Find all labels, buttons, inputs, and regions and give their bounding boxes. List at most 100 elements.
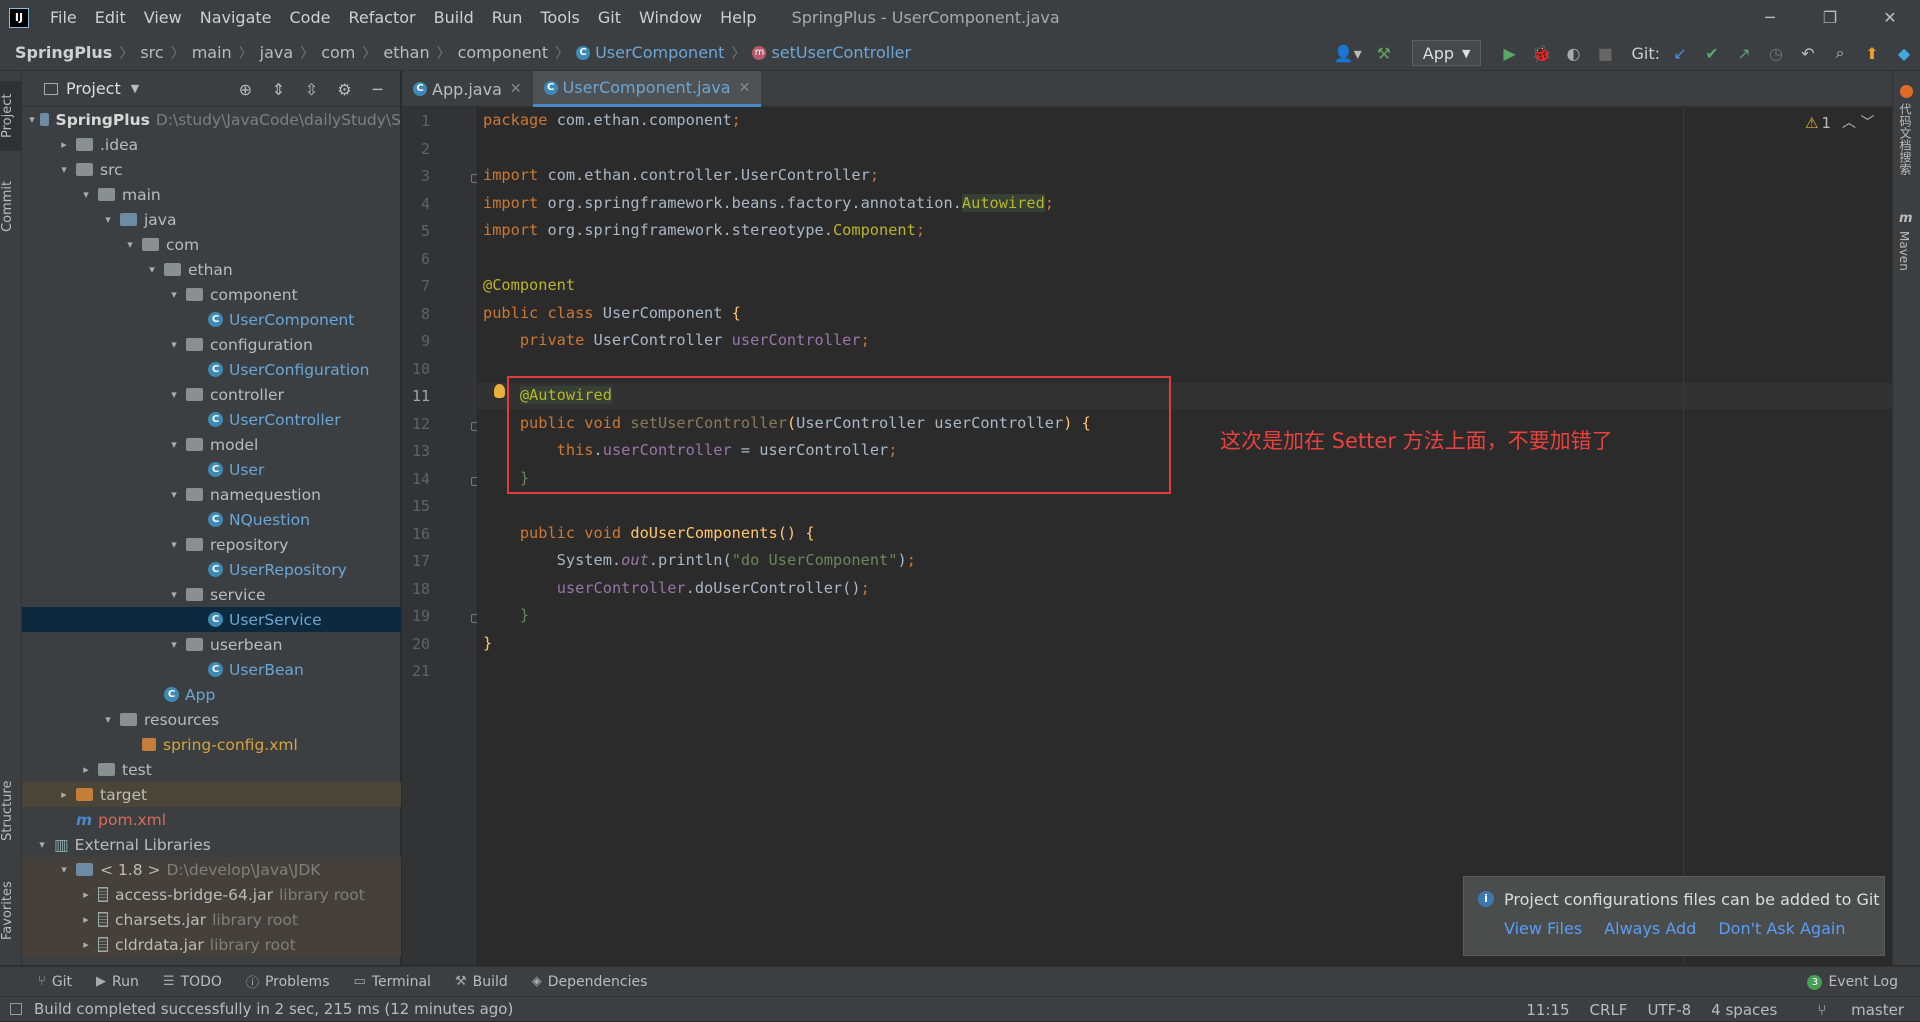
- build-hammer-icon[interactable]: ⚒: [1368, 44, 1400, 63]
- tool-git[interactable]: ⑂ Git: [38, 974, 72, 990]
- line-number-gutter[interactable]: 1 2 3 4 5 6 7 8 9 10 11 12 13 14 15 16 17 18 19 20 21: [402, 107, 480, 965]
- crumb-project[interactable]: SpringPlus: [15, 43, 112, 62]
- tree-node[interactable]: C UserComponent: [22, 307, 401, 332]
- close-tab-icon[interactable]: ✕: [510, 81, 522, 97]
- chevron-down-icon[interactable]: ▾: [56, 863, 72, 876]
- menu-run[interactable]: Run: [483, 8, 532, 27]
- tree-node[interactable]: C User: [22, 457, 401, 482]
- chevron-down-icon[interactable]: ▾: [166, 538, 182, 551]
- menu-build[interactable]: Build: [425, 8, 483, 27]
- tree-node[interactable]: ▸ test: [22, 757, 401, 782]
- stop-icon[interactable]: ■: [1589, 44, 1621, 63]
- menu-view[interactable]: View: [135, 8, 191, 27]
- tree-node[interactable]: ▾ service: [22, 582, 401, 607]
- git-commit-icon[interactable]: ✔: [1696, 44, 1728, 63]
- lightbulb-icon[interactable]: [494, 384, 505, 398]
- tree-node[interactable]: C NQuestion: [22, 507, 401, 532]
- tab-usercomponent-java[interactable]: C UserComponent.java ✕: [532, 71, 762, 107]
- tree-node[interactable]: C UserService: [22, 607, 401, 632]
- chevron-down-icon[interactable]: ▾: [166, 288, 182, 301]
- tab-maven[interactable]: Maven: [1897, 231, 1911, 271]
- menu-code[interactable]: Code: [281, 8, 340, 27]
- file-encoding[interactable]: UTF-8: [1647, 1001, 1691, 1019]
- tool-build[interactable]: ⚒ Build: [455, 974, 508, 990]
- update-icon[interactable]: ⬆: [1856, 44, 1888, 63]
- chevron-right-icon[interactable]: ▸: [78, 913, 94, 926]
- warnings-indicator[interactable]: ⚠ 1: [1805, 114, 1831, 132]
- tree-node[interactable]: m pom.xml: [22, 807, 401, 832]
- tab-commit[interactable]: Commit: [0, 171, 22, 241]
- project-view-select[interactable]: Project: [66, 79, 121, 98]
- problem-navigation[interactable]: ︿ ﹀: [1842, 112, 1874, 132]
- hide-panel-icon[interactable]: ─: [361, 80, 394, 99]
- crumb-ethan[interactable]: ethan: [383, 43, 429, 62]
- tree-node[interactable]: ▾ resources: [22, 707, 401, 732]
- tree-node[interactable]: spring-config.xml: [22, 732, 401, 757]
- chevron-down-icon[interactable]: ▾: [122, 238, 138, 251]
- locate-file-icon[interactable]: ⊕: [229, 80, 262, 99]
- tree-node[interactable]: ▾ configuration: [22, 332, 401, 357]
- code-editor[interactable]: package com.ethan.component; import com.e…: [477, 107, 1892, 965]
- tree-node[interactable]: ▾ ethan: [22, 257, 401, 282]
- tool-problems[interactable]: ⓘ Problems: [246, 972, 330, 992]
- crumb-component[interactable]: component: [458, 43, 549, 62]
- collapse-all-icon[interactable]: ⇳: [295, 80, 328, 99]
- tab-app-java[interactable]: C App.java ✕: [402, 71, 533, 107]
- history-icon[interactable]: ◷: [1760, 44, 1792, 63]
- crumb-method[interactable]: setUserController: [771, 43, 911, 62]
- tree-node[interactable]: ▾ controller: [22, 382, 401, 407]
- git-push-icon[interactable]: ↗: [1728, 44, 1760, 63]
- rollback-icon[interactable]: ↶: [1792, 44, 1824, 63]
- menu-tools[interactable]: Tools: [531, 8, 588, 27]
- tree-node[interactable]: C App: [22, 682, 401, 707]
- tree-node[interactable]: ▾ com: [22, 232, 401, 257]
- chevron-right-icon[interactable]: ▸: [56, 788, 72, 801]
- git-update-icon[interactable]: ↙: [1664, 44, 1696, 63]
- chevron-down-icon[interactable]: ▾: [34, 838, 50, 851]
- crumb-src[interactable]: src: [140, 43, 163, 62]
- close-icon[interactable]: ✕: [1860, 0, 1920, 35]
- tool-todo[interactable]: ☰ TODO: [163, 974, 222, 990]
- tree-node[interactable]: C UserConfiguration: [22, 357, 401, 382]
- tree-node[interactable]: ▸ access-bridge-64.jar library root: [22, 882, 401, 907]
- chevron-down-icon[interactable]: ▾: [166, 638, 182, 651]
- tree-node[interactable]: C UserBean: [22, 657, 401, 682]
- chevron-right-icon[interactable]: ▸: [78, 763, 94, 776]
- tree-node[interactable]: ▸ .idea: [22, 132, 401, 157]
- tree-node[interactable]: ▸ cldrdata.jar library root: [22, 932, 401, 957]
- chevron-right-icon[interactable]: ▸: [78, 888, 94, 901]
- view-files-link[interactable]: View Files: [1504, 919, 1582, 938]
- tab-project[interactable]: Project: [0, 81, 22, 151]
- tree-node[interactable]: ▾ component: [22, 282, 401, 307]
- tab-doc-search[interactable]: 代码文档搜索: [1897, 103, 1914, 175]
- restore-icon[interactable]: ❐: [1800, 0, 1860, 35]
- dropdown-arrow-icon[interactable]: ▼: [131, 82, 139, 95]
- debug-icon[interactable]: 🐞: [1525, 44, 1557, 63]
- line-separator[interactable]: CRLF: [1590, 1001, 1628, 1019]
- git-branch[interactable]: ⑂ master: [1797, 1001, 1904, 1019]
- crumb-com[interactable]: com: [321, 43, 355, 62]
- tree-node[interactable]: ▸ charsets.jar library root: [22, 907, 401, 932]
- chevron-down-icon[interactable]: ▾: [144, 263, 160, 276]
- tree-node[interactable]: ▾ userbean: [22, 632, 401, 657]
- tab-structure[interactable]: Structure: [0, 771, 22, 851]
- chevron-down-icon[interactable]: ▾: [166, 338, 182, 351]
- tab-favorites[interactable]: Favorites: [0, 871, 22, 951]
- crumb-class[interactable]: UserComponent: [595, 43, 724, 62]
- chevron-right-icon[interactable]: ▸: [56, 138, 72, 151]
- chevron-down-icon[interactable]: ▾: [166, 388, 182, 401]
- tool-dependencies[interactable]: ◈ Dependencies: [532, 974, 648, 990]
- tree-node[interactable]: ▾ model: [22, 432, 401, 457]
- tool-terminal[interactable]: ▭ Terminal: [353, 974, 430, 990]
- gear-icon[interactable]: ⚙: [328, 80, 361, 99]
- jetbrains-toolbox-icon[interactable]: ◆: [1888, 44, 1920, 63]
- chevron-down-icon[interactable]: ▾: [56, 163, 72, 176]
- run-configuration-select[interactable]: App ▼: [1411, 40, 1482, 66]
- chevron-down-icon[interactable]: ▾: [166, 488, 182, 501]
- close-tab-icon[interactable]: ✕: [739, 80, 751, 96]
- tool-run[interactable]: ▶ Run: [96, 974, 139, 990]
- toggle-tool-windows-icon[interactable]: [10, 1003, 22, 1015]
- event-log-button[interactable]: 3 Event Log: [1807, 967, 1898, 997]
- menu-window[interactable]: Window: [630, 8, 711, 27]
- tree-node[interactable]: ▾ SpringPlus D:\study\JavaCode\dailyStudy\…: [22, 107, 401, 132]
